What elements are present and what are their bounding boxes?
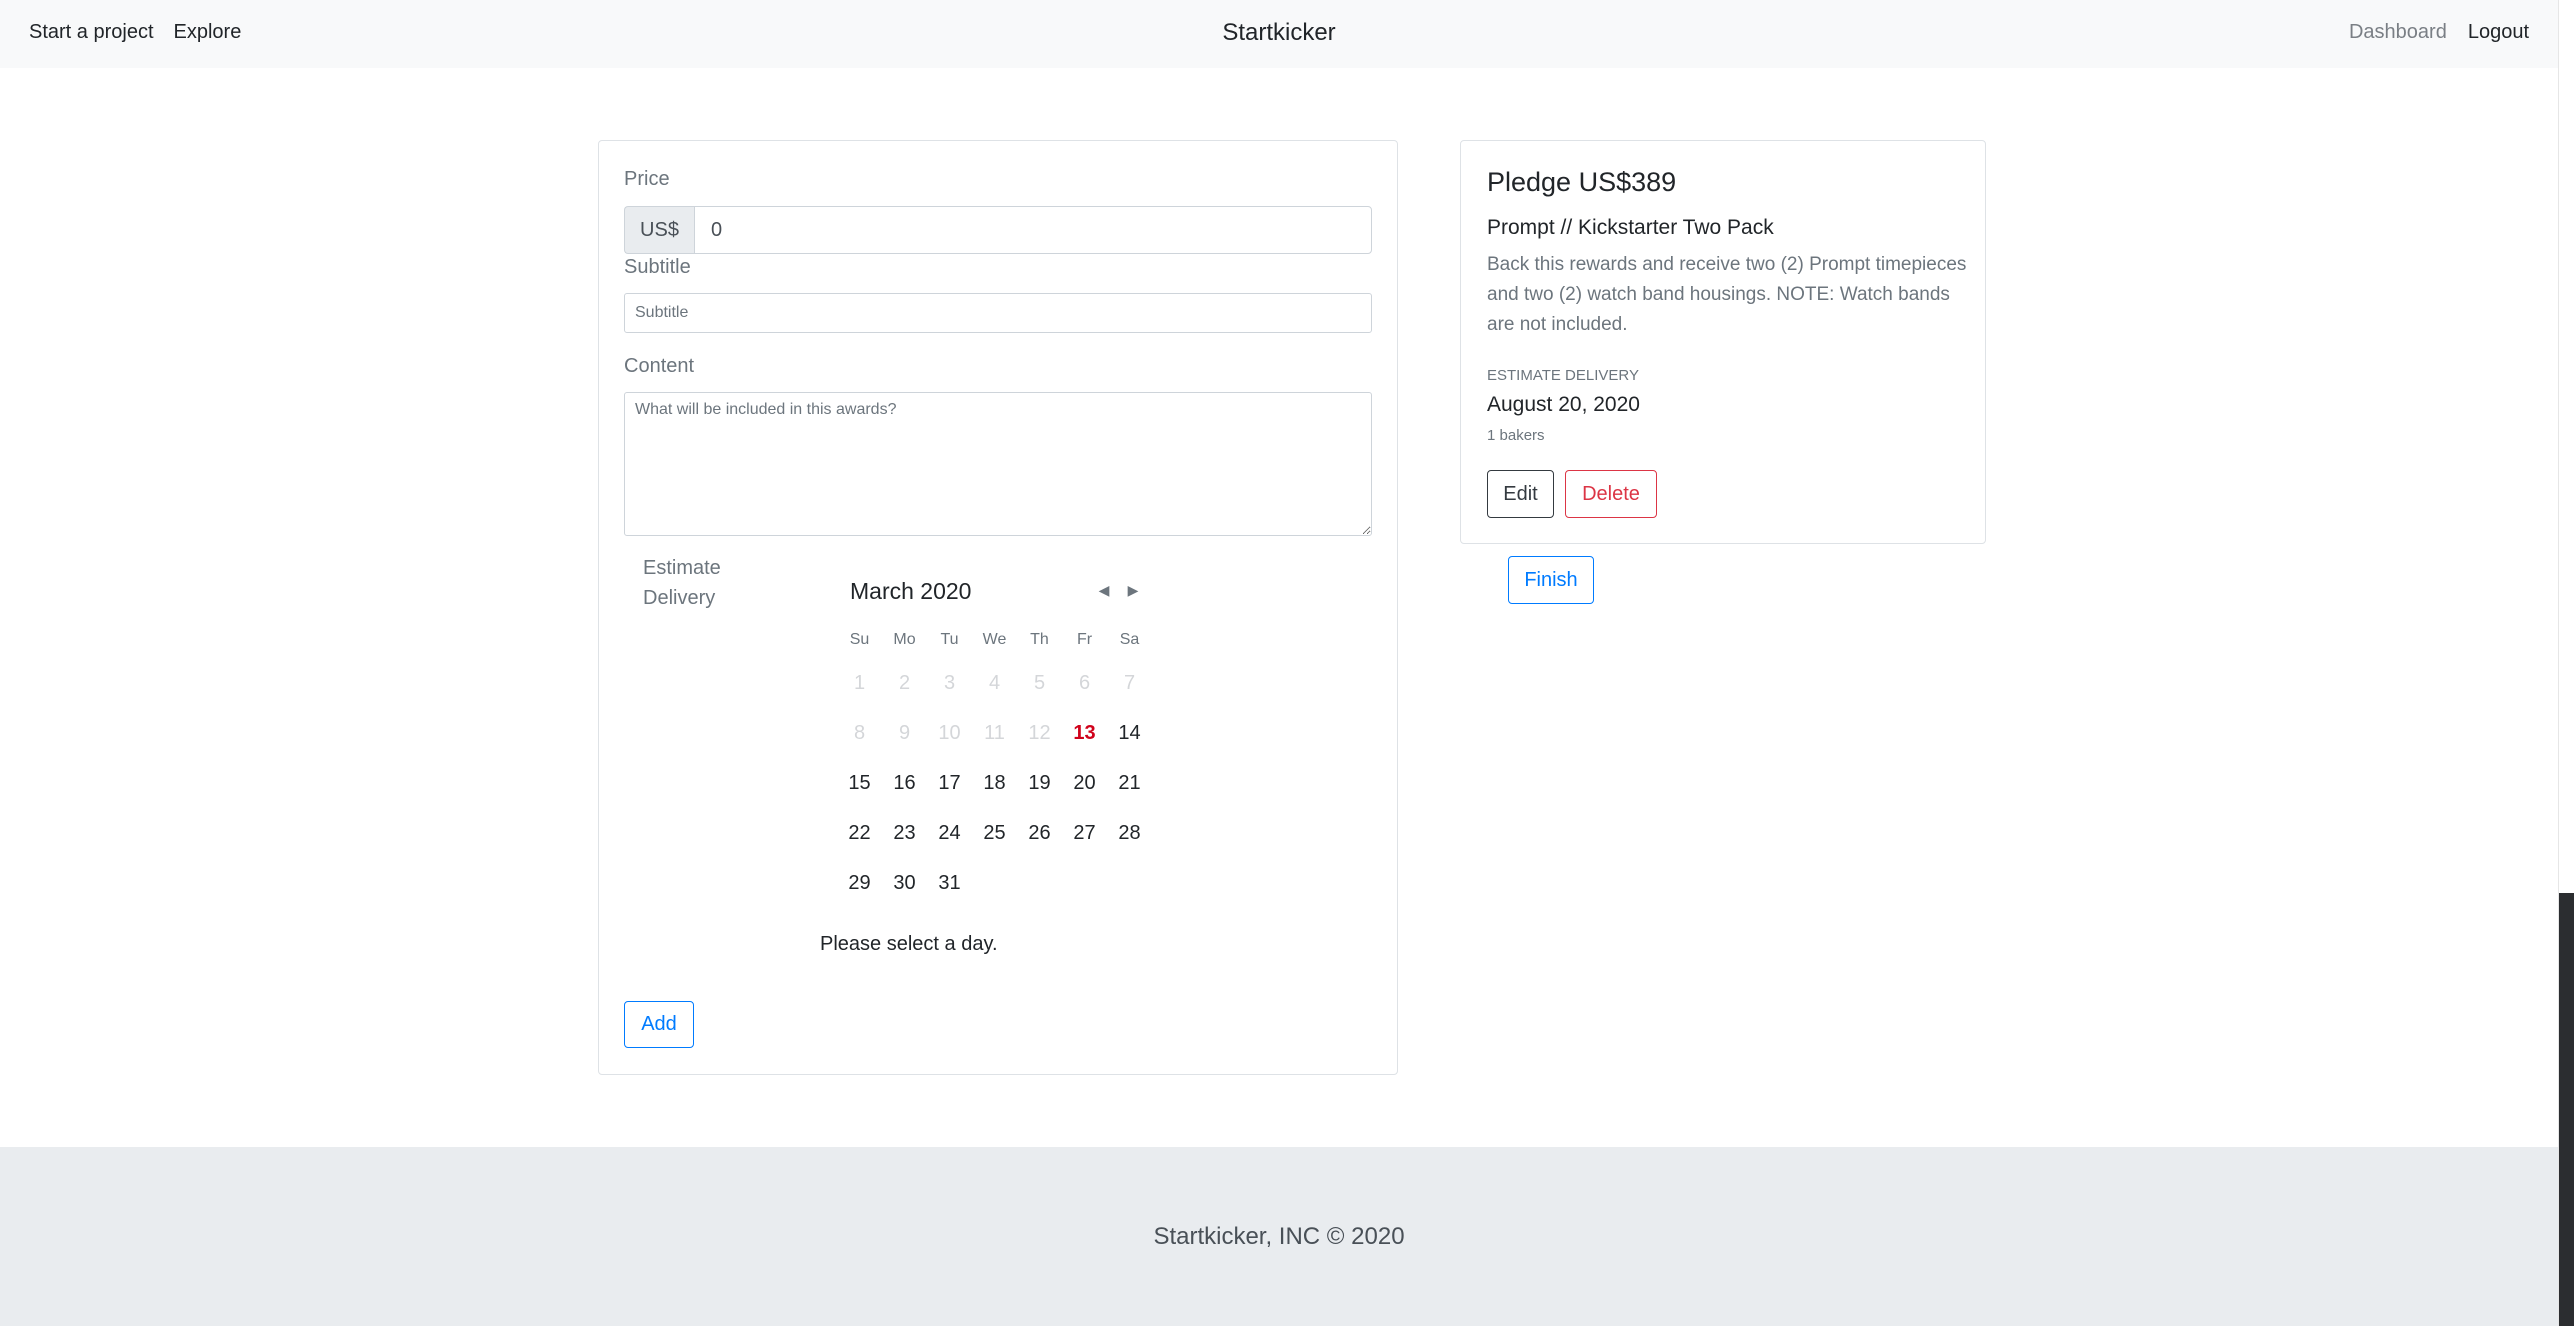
reward-form-card: Price US$ Subtitle Content Estimate Deli… — [598, 140, 1398, 1075]
price-label: Price — [624, 168, 670, 190]
calendar-week-row: 22 23 24 25 26 27 28 — [837, 808, 1152, 858]
calendar-day[interactable]: 29 — [837, 872, 882, 895]
calendar-weekday: Sa — [1119, 631, 1140, 648]
subtitle-input[interactable] — [624, 293, 1372, 333]
edit-button[interactable]: Edit — [1487, 470, 1554, 518]
calendar-day-disabled: 11 — [984, 721, 1005, 744]
reward-estimate-label: ESTIMATE DELIVERY — [1487, 367, 1639, 384]
calendar-day[interactable]: 19 — [1017, 772, 1062, 795]
reward-estimate-date: August 20, 2020 — [1487, 393, 1640, 416]
currency-prefix: US$ — [624, 206, 694, 254]
calendar-day-today[interactable]: 13 — [1062, 722, 1107, 745]
calendar-day-disabled: 9 — [898, 721, 911, 744]
estimate-delivery-label: Estimate Delivery — [643, 557, 721, 609]
calendar-day[interactable]: 16 — [882, 772, 927, 795]
nav-logout-link[interactable]: Logout — [2468, 21, 2529, 44]
calendar-next-month-icon[interactable]: ▶ — [1123, 579, 1143, 601]
calendar-day-disabled: 3 — [943, 671, 956, 694]
calendar-day[interactable]: 18 — [972, 772, 1017, 795]
window-edge — [2558, 0, 2574, 1326]
calendar-weekday: Mo — [893, 631, 916, 648]
navbar: Start a project Explore Startkicker Dash… — [0, 0, 2558, 68]
calendar-day[interactable]: 28 — [1107, 822, 1152, 845]
calendar-day-disabled: 7 — [1123, 671, 1136, 694]
finish-button[interactable]: Finish — [1508, 556, 1594, 604]
price-input[interactable] — [694, 206, 1372, 254]
subtitle-label: Subtitle — [624, 256, 691, 278]
brand-title[interactable]: Startkicker — [0, 0, 2558, 65]
calendar-day-disabled: 4 — [988, 671, 1001, 694]
calendar-weekday: Tu — [940, 631, 959, 648]
calendar-day[interactable]: 23 — [882, 822, 927, 845]
calendar-day[interactable]: 14 — [1107, 722, 1152, 745]
calendar-day[interactable]: 15 — [837, 772, 882, 795]
calendar-week-row: 1 2 3 4 5 6 7 — [837, 658, 1152, 708]
reward-bakers-count: 1 bakers — [1487, 427, 1545, 444]
calendar-day-disabled: 1 — [853, 671, 866, 694]
delete-button[interactable]: Delete — [1565, 470, 1657, 518]
calendar-week-row: 29 30 31 — [837, 858, 1152, 908]
calendar-weekday: Fr — [1076, 631, 1093, 648]
calendar-day-disabled: 2 — [898, 671, 911, 694]
reward-title: Prompt // Kickstarter Two Pack — [1487, 216, 1774, 239]
calendar-weekday: We — [982, 631, 1007, 648]
calendar-day[interactable]: 24 — [927, 822, 972, 845]
window-edge-dark — [2559, 893, 2574, 1326]
calendar-day-disabled: 12 — [1028, 721, 1051, 744]
calendar-day-disabled: 5 — [1033, 671, 1046, 694]
calendar-day[interactable]: 31 — [927, 872, 972, 895]
reward-description: Back this rewards and receive two (2) Pr… — [1487, 254, 1967, 335]
calendar-day-disabled: 8 — [853, 721, 866, 744]
calendar-weekday-row: Su Mo Tu We Th Fr Sa — [837, 622, 1152, 658]
calendar-day[interactable]: 21 — [1107, 772, 1152, 795]
calendar-month-title: March 2020 — [850, 578, 972, 604]
reward-card: Pledge US$389 Prompt // Kickstarter Two … — [1460, 140, 1986, 544]
footer-copyright: Startkicker, INC © 2020 — [1153, 1222, 1405, 1250]
calendar-day[interactable]: 20 — [1062, 772, 1107, 795]
calendar-day[interactable]: 27 — [1062, 822, 1107, 845]
price-input-group: US$ — [624, 206, 1372, 254]
calendar-weekday: Th — [1030, 631, 1049, 648]
calendar-day[interactable]: 22 — [837, 822, 882, 845]
reward-pledge: Pledge US$389 — [1487, 167, 1677, 197]
calendar-week-row: 15 16 17 18 19 20 21 — [837, 758, 1152, 808]
nav-right: Dashboard Logout — [2349, 0, 2529, 65]
calendar-prev-month-icon[interactable]: ◀ — [1094, 579, 1114, 601]
content-label: Content — [624, 355, 695, 377]
calendar-day[interactable]: 17 — [927, 772, 972, 795]
content-textarea[interactable] — [624, 392, 1372, 536]
calendar-note: Please select a day. — [820, 933, 998, 955]
calendar-day[interactable]: 26 — [1017, 822, 1062, 845]
calendar-weekday: Su — [849, 631, 870, 648]
calendar-day-disabled: 6 — [1078, 671, 1091, 694]
footer: Startkicker, INC © 2020 — [0, 1147, 2558, 1326]
calendar-grid: Su Mo Tu We Th Fr Sa 1 2 3 4 5 6 7 8 9 10 11 12 13 14 15 16 17 1… — [837, 622, 1152, 908]
nav-dashboard-link[interactable]: Dashboard — [2349, 21, 2447, 44]
add-button[interactable]: Add — [624, 1001, 694, 1048]
calendar-day-disabled: 10 — [938, 721, 961, 744]
calendar-day[interactable]: 25 — [972, 822, 1017, 845]
calendar-week-row: 8 9 10 11 12 13 14 — [837, 708, 1152, 758]
calendar-day[interactable]: 30 — [882, 872, 927, 895]
